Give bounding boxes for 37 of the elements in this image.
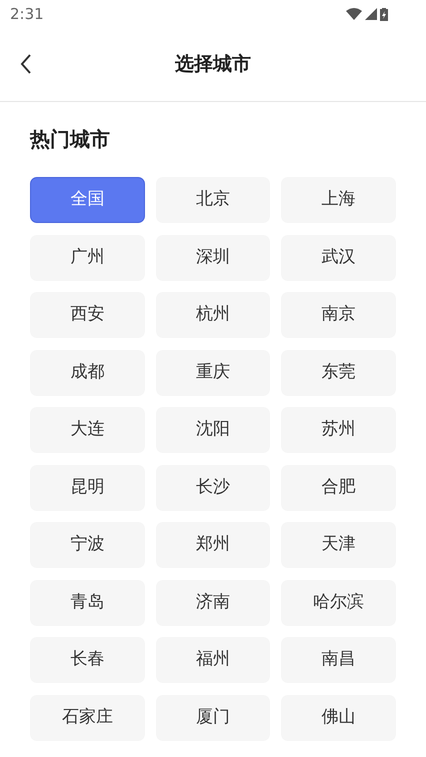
city-chip[interactable]: 郑州 (156, 522, 270, 568)
city-chip[interactable]: 宁波 (30, 522, 145, 568)
city-chip[interactable]: 武汉 (281, 234, 396, 280)
city-chip[interactable]: 上海 (281, 177, 396, 223)
city-chip[interactable]: 苏州 (281, 407, 396, 453)
status-time: 2:31 (10, 4, 44, 25)
city-chip[interactable]: 济南 (156, 580, 270, 626)
battery-icon (380, 8, 388, 20)
section-title: 热门城市 (30, 126, 111, 153)
signal-icon (365, 8, 377, 20)
city-chip[interactable]: 大连 (30, 407, 145, 453)
city-chip[interactable]: 天津 (281, 522, 396, 568)
city-chip[interactable]: 石家庄 (30, 694, 145, 740)
city-chip[interactable]: 长春 (30, 637, 145, 683)
city-chip[interactable]: 成都 (30, 350, 145, 396)
city-chip[interactable]: 厦门 (156, 694, 270, 740)
city-chip[interactable]: 杭州 (156, 292, 270, 338)
city-chip[interactable]: 青岛 (30, 580, 145, 626)
wifi-icon (346, 8, 362, 20)
city-chip[interactable]: 沈阳 (156, 407, 270, 453)
city-chip[interactable]: 哈尔滨 (281, 580, 396, 626)
city-chip[interactable]: 深圳 (156, 234, 270, 280)
city-chip[interactable]: 佛山 (281, 694, 396, 740)
city-chip[interactable]: 合肥 (281, 464, 396, 510)
city-chip[interactable]: 南京 (281, 292, 396, 338)
city-chip[interactable]: 广州 (30, 234, 145, 280)
city-chip[interactable]: 长沙 (156, 464, 270, 510)
city-chip[interactable]: 东莞 (281, 350, 396, 396)
page-title: 选择城市 (175, 52, 251, 78)
city-chip[interactable]: 福州 (156, 637, 270, 683)
city-chip[interactable]: 北京 (156, 177, 270, 223)
city-chip[interactable]: 重庆 (156, 350, 270, 396)
city-chip[interactable]: 西安 (30, 292, 145, 338)
city-chip[interactable]: 全国 (30, 177, 145, 223)
back-icon (20, 54, 32, 74)
city-chip[interactable]: 南昌 (281, 637, 396, 683)
city-chip[interactable]: 昆明 (30, 464, 145, 510)
